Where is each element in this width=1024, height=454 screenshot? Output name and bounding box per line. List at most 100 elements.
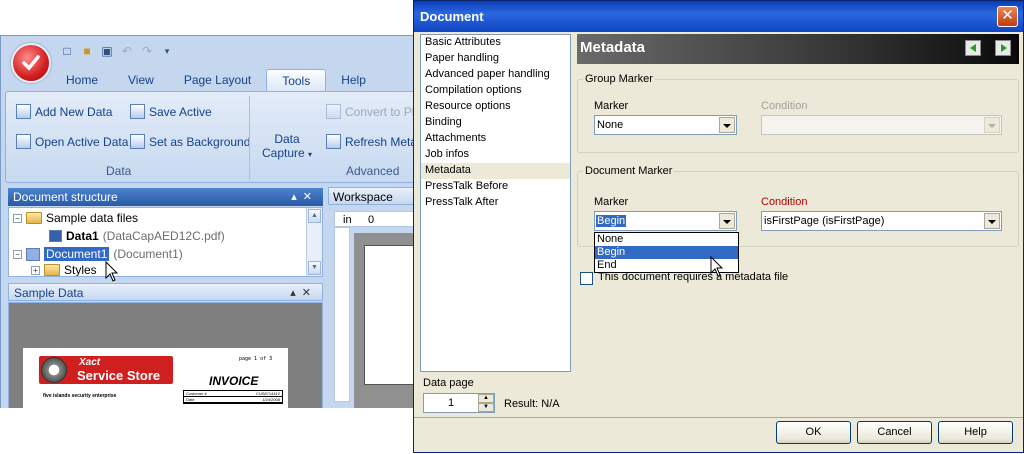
dialog-title-bar: Document ✕	[414, 1, 1023, 32]
data-page-stepper[interactable]: 1 ▲ ▼	[423, 393, 495, 413]
nav-item-paper-handling[interactable]: Paper handling	[421, 51, 570, 67]
collapse-icon[interactable]: −	[13, 249, 22, 259]
document-condition-select[interactable]: isFirstPage (isFirstPage)	[761, 211, 1002, 231]
requires-metadata-checkbox[interactable]	[580, 272, 593, 285]
next-arrow-icon[interactable]	[995, 40, 1011, 56]
horizontal-ruler: in 0	[334, 211, 414, 227]
document-dialog: Document ✕ Basic Attributes Paper handli…	[413, 0, 1024, 453]
dialog-title: Document	[420, 9, 484, 24]
tab-home[interactable]: Home	[51, 69, 113, 91]
ok-button[interactable]: OK	[776, 421, 851, 444]
ribbon-tabs: Home View Page Layout Tools Help	[51, 69, 381, 91]
data-table-icon	[49, 230, 62, 242]
data-capture-button[interactable]: Data Capture ▾	[262, 132, 312, 160]
nav-item-compilation-options[interactable]: Compilation options	[421, 83, 570, 99]
new-document-icon[interactable]: □	[59, 43, 75, 59]
scroll-up-icon[interactable]: ▲	[308, 209, 321, 223]
chevron-down-icon[interactable]	[719, 117, 735, 133]
section-header: Metadata	[577, 34, 1019, 64]
group-condition-select[interactable]	[761, 115, 1002, 135]
tab-view[interactable]: View	[113, 69, 169, 91]
tree-scrollbar[interactable]: ▲ ▼	[306, 208, 322, 276]
quick-access-toolbar: □ ■ ▣ ↶ ↷ ▾	[59, 41, 175, 61]
section-title: Metadata	[580, 39, 646, 56]
panel-controls[interactable]: ▴✕	[290, 286, 317, 299]
expand-icon[interactable]: +	[31, 265, 40, 275]
tree-item-document1[interactable]: − Document1 (Document1)	[13, 247, 183, 261]
folder-icon	[26, 212, 42, 224]
set-as-background-button[interactable]: Set as Background	[130, 134, 250, 149]
help-button[interactable]: Help	[938, 421, 1013, 444]
redo-icon[interactable]: ↷	[139, 43, 155, 59]
document-marker-label: Marker	[594, 196, 629, 208]
folder-icon	[44, 264, 60, 276]
nav-item-advanced-paper-handling[interactable]: Advanced paper handling	[421, 67, 570, 83]
nav-item-binding[interactable]: Binding	[421, 115, 570, 131]
undo-icon[interactable]: ↶	[119, 43, 135, 59]
data-page-label: Data page	[423, 377, 474, 389]
chevron-down-icon[interactable]	[984, 213, 1000, 229]
open-data-icon	[16, 134, 31, 149]
refresh-metadata-button[interactable]: Refresh Meta	[326, 134, 414, 149]
panel-controls[interactable]: ▴✕	[291, 190, 318, 203]
nav-item-basic-attributes[interactable]: Basic Attributes	[421, 35, 570, 51]
save-active-button[interactable]: Save Active	[130, 104, 212, 119]
nav-item-resource-options[interactable]: Resource options	[421, 99, 570, 115]
ribbon-panel: Add New Data Save Active Open Active Dat…	[5, 91, 414, 183]
refresh-icon	[326, 134, 341, 149]
chevron-down-icon[interactable]	[719, 213, 735, 229]
save-icon[interactable]: ▣	[99, 43, 115, 59]
tree-item-data1[interactable]: Data1 (DataCapAED12C.pdf)	[49, 229, 225, 243]
nav-item-presstalk-after[interactable]: PressTalk After	[421, 195, 570, 211]
open-folder-icon[interactable]: ■	[79, 43, 95, 59]
workspace-canvas	[354, 233, 424, 408]
background-image-icon	[130, 134, 145, 149]
document-icon	[26, 247, 40, 261]
desktop-area	[0, 408, 414, 453]
tab-help[interactable]: Help	[326, 69, 381, 91]
chevron-down-icon[interactable]	[984, 117, 1000, 133]
cancel-button[interactable]: Cancel	[857, 421, 932, 444]
workspace-tab[interactable]: Workspace	[328, 187, 418, 205]
nav-item-metadata[interactable]: Metadata	[421, 163, 570, 179]
group-label-data: Data	[106, 164, 132, 178]
vertical-ruler	[334, 227, 350, 402]
mouse-cursor-icon	[710, 256, 724, 277]
document-condition-label: Condition	[761, 196, 808, 208]
convert-button[interactable]: Convert to Pla	[326, 104, 414, 119]
document-structure-tree: − Sample data files Data1 (DataCapAED12C…	[8, 207, 323, 277]
document-marker-select[interactable]: Begin	[594, 211, 737, 231]
nav-item-attachments[interactable]: Attachments	[421, 131, 570, 147]
scroll-down-icon[interactable]: ▼	[308, 261, 321, 275]
mouse-cursor-icon	[105, 261, 119, 282]
group-marker-label: Marker	[594, 100, 629, 112]
tab-page-layout[interactable]: Page Layout	[169, 69, 266, 91]
add-new-data-button[interactable]: Add New Data	[16, 104, 112, 119]
tab-tools[interactable]: Tools	[266, 69, 327, 91]
dropdown-option-none[interactable]: None	[595, 233, 738, 246]
collapse-icon[interactable]: −	[13, 213, 22, 223]
company-logo: Xact Service Store	[39, 356, 173, 384]
tree-item-styles[interactable]: + Styles	[31, 264, 97, 276]
convert-icon	[326, 104, 341, 119]
stepper-up-icon[interactable]: ▲	[478, 394, 494, 403]
nav-item-job-infos[interactable]: Job infos	[421, 147, 570, 163]
stepper-down-icon[interactable]: ▼	[478, 403, 494, 412]
office-button[interactable]	[11, 43, 51, 83]
group-marker-select[interactable]: None	[594, 115, 737, 135]
document-structure-header: Document structure ▴✕	[8, 188, 323, 206]
invoice-info-table: Customer # CUS8714412 Date 1/24/2008	[183, 390, 283, 404]
table-add-icon	[16, 104, 31, 119]
close-button[interactable]: ✕	[997, 6, 1018, 27]
previous-arrow-icon[interactable]	[965, 40, 981, 56]
chevron-down-icon: ▾	[308, 150, 313, 159]
checkmark-icon	[22, 55, 40, 71]
group-label-advanced: Advanced	[346, 164, 400, 178]
customize-toolbar-icon[interactable]: ▾	[159, 43, 175, 59]
table-row: Date 1/24/2008	[184, 397, 282, 403]
nav-item-presstalk-before[interactable]: PressTalk Before	[421, 179, 570, 195]
tree-item-sample-data-files[interactable]: − Sample data files	[13, 211, 138, 225]
gear-icon	[41, 357, 67, 383]
sample-data-preview: Xact Service Store page 1 of 3 INVOICE f…	[8, 302, 323, 408]
open-active-data-button[interactable]: Open Active Data	[16, 134, 128, 149]
